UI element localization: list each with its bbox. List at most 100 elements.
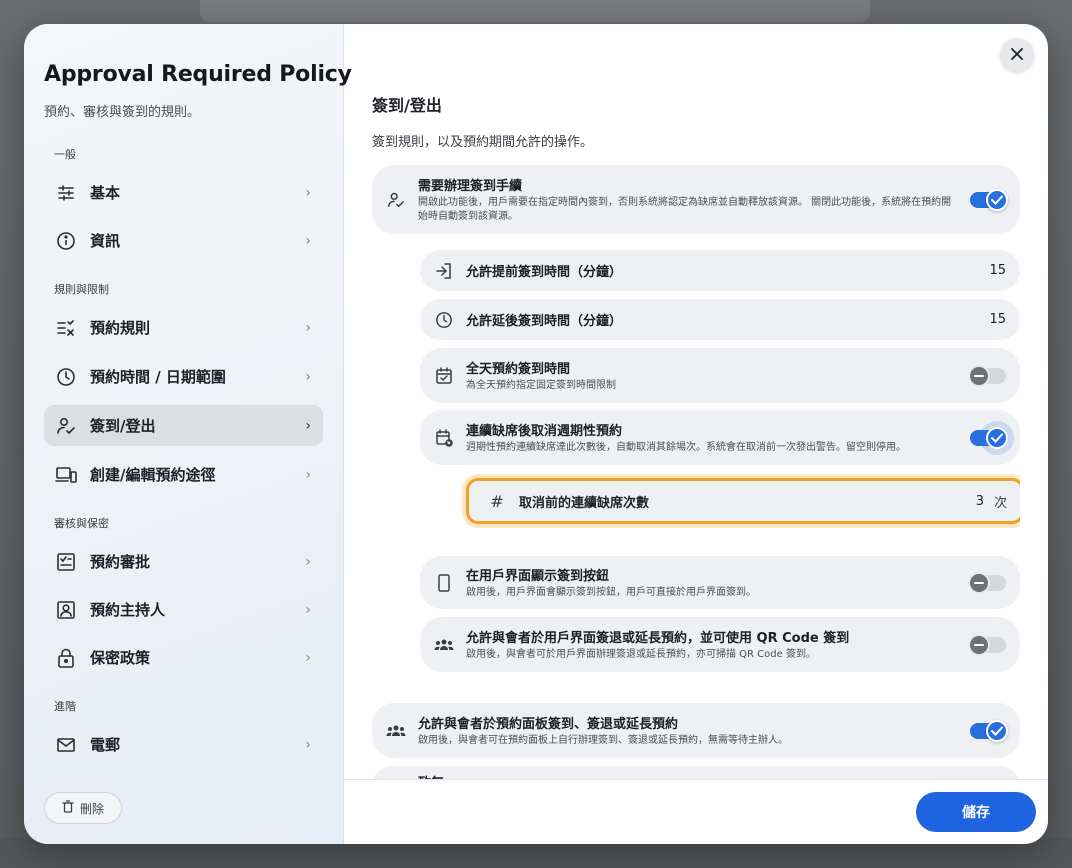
policy-title: Approval Required Policy xyxy=(44,62,352,87)
group-label-general: 一般 xyxy=(54,148,76,161)
close-icon xyxy=(1010,46,1024,65)
chevron-right-icon: › xyxy=(305,417,311,434)
show-checkin-button-row: 在用戶界面顯示簽到按鈕 啟用後，用戶界面會顯示簽到按鈕，用戶可直接於用戶界面簽到… xyxy=(420,556,1020,609)
attendee-ui-row: 允許與會者於用戶界面簽退或延長預約，並可使用 QR Code 簽到 啟用後，與會… xyxy=(420,617,1020,672)
chevron-right-icon: › xyxy=(305,232,311,249)
early-checkin-row[interactable]: 允許提前簽到時間（分鐘） 15 xyxy=(420,250,1020,291)
user-check-icon xyxy=(386,190,406,210)
absence-count-title: 取消前的連續缺席次數 xyxy=(519,495,650,511)
sidebar-item-time-range[interactable]: 預約時間 / 日期範圍 › xyxy=(44,356,323,397)
group-label-review: 審核與保密 xyxy=(54,517,109,530)
sidebar-item-label: 保密政策 xyxy=(90,649,151,667)
sidebar-item-privacy[interactable]: 保密政策 › xyxy=(44,637,323,678)
check-icon xyxy=(986,188,1008,211)
allday-checkin-row: 全天預約簽到時間 為全天預約指定固定簽到時間限制 xyxy=(420,348,1020,403)
delete-button[interactable]: 刪除 xyxy=(44,792,122,824)
early-checkin-title: 允許提前簽到時間（分鐘） xyxy=(466,265,623,280)
early-checkin-value[interactable]: 15 xyxy=(989,263,1006,278)
sidebar-item-label: 預約主持人 xyxy=(90,601,166,619)
policy-subtitle: 預約、審核與簽到的規則。 xyxy=(44,105,201,120)
late-checkin-row[interactable]: 允許延後簽到時間（分鐘） 15 xyxy=(420,299,1020,340)
sidebar-item-label: 預約審批 xyxy=(90,553,151,571)
next-setting-row: 致無 xyxy=(372,766,1020,779)
attendee-panel-title: 允許與會者於預約面板簽到、簽退或延長預約 xyxy=(418,717,679,732)
sliders-icon xyxy=(54,181,78,205)
background-toolbar xyxy=(200,0,870,22)
minus-icon xyxy=(968,633,990,656)
attendee-panel-desc: 啟用後，與會者可在預約面板上自行辦理簽到、簽退或延長預約，無需等待主辦人。 xyxy=(418,735,788,746)
sidebar-item-label: 創建/編輯預約途徑 xyxy=(90,466,216,484)
attendee-panel-row: 允許與會者於預約面板簽到、簽退或延長預約 啟用後，與會者可在預約面板上自行辦理簽… xyxy=(372,703,1020,758)
phone-icon xyxy=(434,573,454,593)
require-checkin-title: 需要辦理簽到手續 xyxy=(418,179,523,194)
mail-icon xyxy=(54,733,78,757)
attendee-ui-desc: 啟用後，與會者可於用戶界面辦理簽退或延長預約，亦可掃描 QR Code 簽到。 xyxy=(466,649,816,660)
show-checkin-button-title: 在用戶界面顯示簽到按鈕 xyxy=(466,569,610,584)
calendar-repeat-icon xyxy=(434,428,454,448)
host-badge-icon xyxy=(54,598,78,622)
next-setting-title: 致無 xyxy=(418,772,444,779)
allday-checkin-toggle[interactable] xyxy=(968,364,1006,387)
chevron-right-icon: › xyxy=(305,601,311,618)
absence-count-row[interactable]: # 取消前的連續缺席次數 3 次 xyxy=(466,478,1020,524)
cancel-recurring-toggle[interactable] xyxy=(970,426,1008,449)
sign-in-icon xyxy=(434,261,454,281)
sidebar-item-label: 電郵 xyxy=(90,736,121,754)
cancel-recurring-row: 連續缺席後取消週期性預約 週期性預約連續缺席達此次數後，自動取消其餘場次。系統會… xyxy=(420,410,1020,465)
save-button[interactable]: 儲存 xyxy=(916,792,1036,832)
settings-scroll-area[interactable]: 簽到/登出 簽到規則，以及預約期間允許的操作。 需要辦理簽到手續 開啟此功能後，… xyxy=(372,24,1020,779)
close-button[interactable] xyxy=(1000,38,1034,72)
group-icon xyxy=(386,721,406,741)
sidebar-item-approval[interactable]: 預約審批 › xyxy=(44,541,323,582)
main-panel: 簽到/登出 簽到規則，以及預約期間允許的操作。 需要辦理簽到手續 開啟此功能後，… xyxy=(344,24,1048,844)
rules-list-icon xyxy=(54,316,78,340)
trash-icon xyxy=(62,800,74,816)
info-icon xyxy=(54,229,78,253)
attendee-panel-toggle[interactable] xyxy=(970,719,1008,742)
show-checkin-button-desc: 啟用後，用戶界面會顯示簽到按鈕，用戶可直接於用戶界面簽到。 xyxy=(466,587,756,598)
sidebar-item-label: 預約規則 xyxy=(90,319,151,337)
chevron-right-icon: › xyxy=(305,319,311,336)
clock-icon xyxy=(434,310,454,330)
group-label-rules: 規則與限制 xyxy=(54,283,109,296)
chevron-right-icon: › xyxy=(305,553,311,570)
sidebar-item-email[interactable]: 電郵 › xyxy=(44,724,323,765)
sidebar-item-booking-rules[interactable]: 預約規則 › xyxy=(44,307,323,348)
minus-icon xyxy=(968,571,990,594)
attendee-ui-toggle[interactable] xyxy=(968,633,1006,656)
sidebar: Approval Required Policy 預約、審核與簽到的規則。 一般… xyxy=(24,24,352,844)
late-checkin-title: 允許延後簽到時間（分鐘） xyxy=(466,314,623,329)
policy-modal: Approval Required Policy 預約、審核與簽到的規則。 一般… xyxy=(24,24,1048,844)
chevron-right-icon: › xyxy=(305,649,311,666)
delete-label: 刪除 xyxy=(79,801,104,816)
chevron-right-icon: › xyxy=(305,466,311,483)
require-checkin-row: 需要辦理簽到手續 開啟此功能後，用戶需要在指定時間內簽到，否則系統將認定為缺席並… xyxy=(372,165,1020,234)
allday-checkin-desc: 為全天預約指定固定簽到時間限制 xyxy=(466,380,616,391)
require-checkin-toggle[interactable] xyxy=(970,188,1008,211)
sidebar-item-label: 資訊 xyxy=(90,232,121,250)
group-label-advanced: 進階 xyxy=(54,700,76,713)
sidebar-item-label: 預約時間 / 日期範圍 xyxy=(90,368,226,386)
sidebar-item-basic[interactable]: 基本 › xyxy=(44,172,323,213)
allday-checkin-title: 全天預約簽到時間 xyxy=(466,362,571,377)
sidebar-item-checkin[interactable]: 簽到/登出 › xyxy=(44,405,323,446)
sidebar-item-info[interactable]: 資訊 › xyxy=(44,220,323,261)
attendee-ui-title: 允許與會者於用戶界面簽退或延長預約，並可使用 QR Code 簽到 xyxy=(466,631,850,646)
calendar-check-icon xyxy=(434,366,454,386)
check-icon xyxy=(986,719,1008,742)
user-check-icon xyxy=(54,414,78,438)
sidebar-item-create-edit[interactable]: 創建/編輯預約途徑 › xyxy=(44,454,323,495)
checklist-icon xyxy=(54,550,78,574)
section-title: 簽到/登出 xyxy=(372,96,442,115)
absence-count-unit: 次 xyxy=(993,495,1007,511)
sidebar-item-label: 簽到/登出 xyxy=(90,417,156,435)
sidebar-item-host[interactable]: 預約主持人 › xyxy=(44,589,323,630)
absence-count-value[interactable]: 3 xyxy=(976,494,984,509)
cancel-recurring-title: 連續缺席後取消週期性預約 xyxy=(466,424,623,439)
group-icon xyxy=(434,635,454,655)
late-checkin-value[interactable]: 15 xyxy=(989,312,1006,327)
section-subtitle: 簽到規則，以及預約期間允許的操作。 xyxy=(372,135,594,150)
show-checkin-button-toggle[interactable] xyxy=(968,571,1006,594)
chevron-right-icon: › xyxy=(305,736,311,753)
modal-footer: 儲存 xyxy=(344,779,1048,844)
